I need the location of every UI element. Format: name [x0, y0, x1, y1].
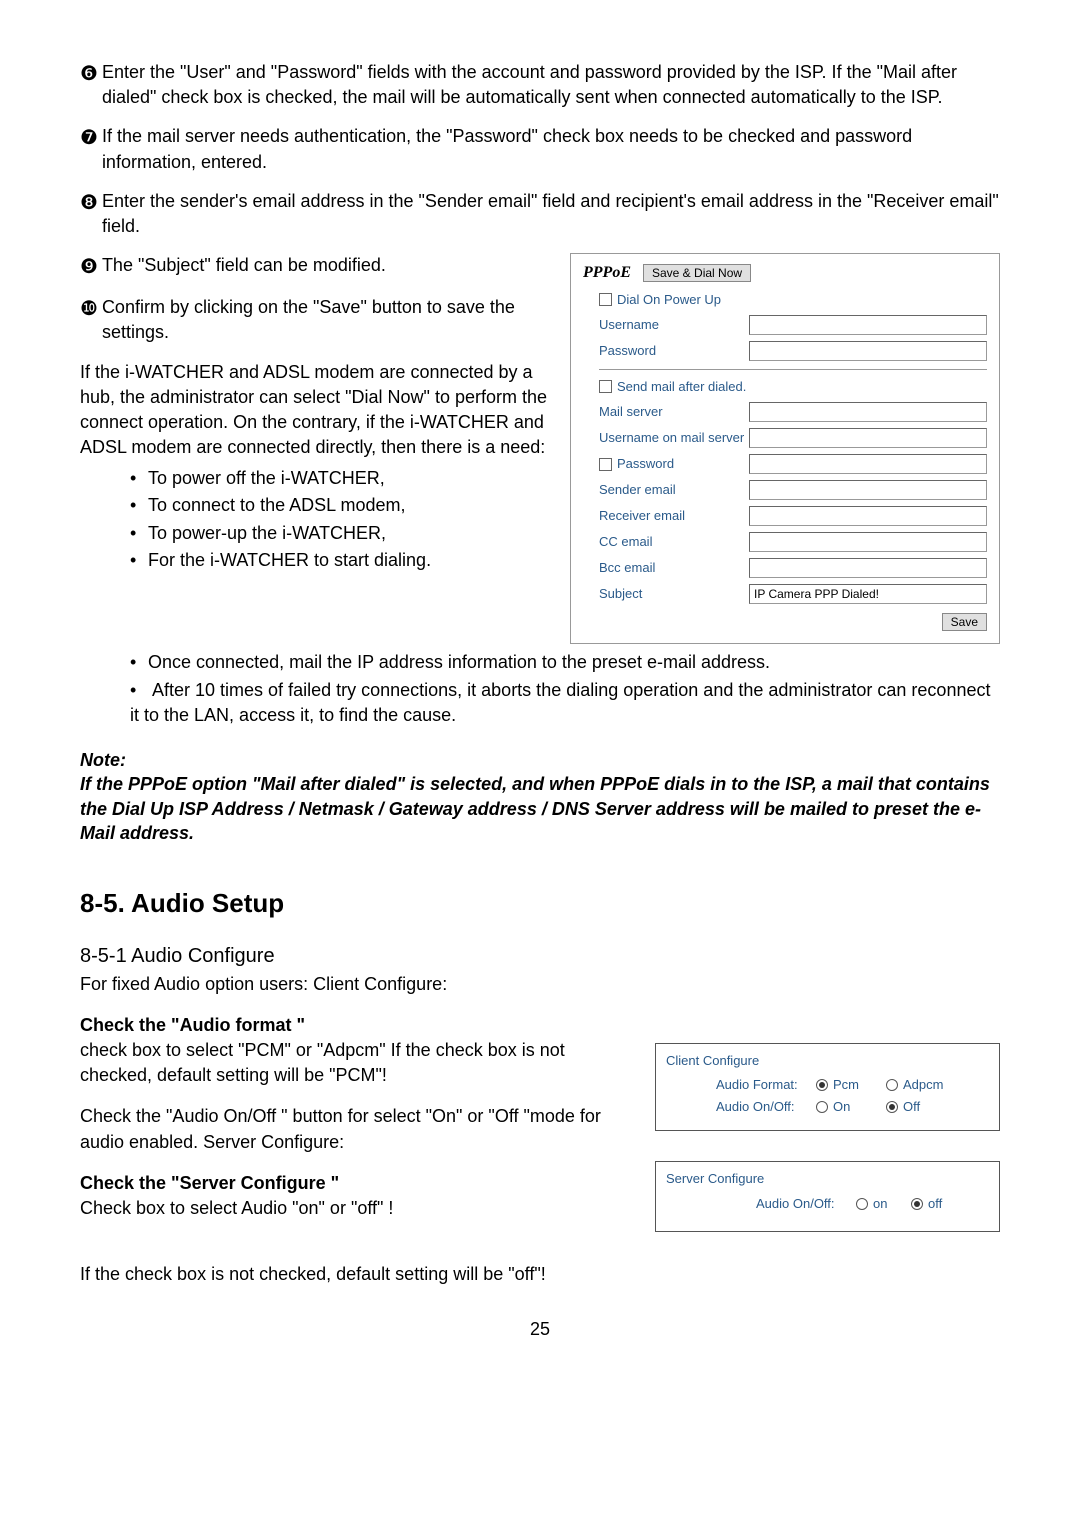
- mail-pwd-label: Password: [617, 456, 674, 471]
- bullet-10-icon: ❿: [80, 295, 98, 345]
- connection-text: If the i-WATCHER and ADSL modem are conn…: [80, 360, 550, 461]
- sub-bullet: •To connect to the ADSL modem,: [130, 493, 550, 518]
- save-dial-now-button[interactable]: Save & Dial Now: [643, 264, 751, 282]
- cc-label: CC email: [599, 533, 749, 551]
- sub-bullet: •Once connected, mail the IP address inf…: [130, 650, 1000, 675]
- audio-onoff-text: Check the "Audio On/Off " button for sel…: [80, 1104, 635, 1154]
- sender-label: Sender email: [599, 481, 749, 499]
- receiver-input[interactable]: [749, 506, 987, 526]
- pcm-radio[interactable]: [816, 1079, 828, 1091]
- pppoe-title: PPPoE: [583, 262, 631, 284]
- server-off-radio[interactable]: [911, 1198, 923, 1210]
- cc-input[interactable]: [749, 532, 987, 552]
- sub-bullet: •To power off the i-WATCHER,: [130, 466, 550, 491]
- audio-format-text: check box to select "PCM" or "Adpcm" If …: [80, 1038, 635, 1088]
- bullet-8-icon: ❽: [80, 189, 98, 239]
- page-number: 25: [80, 1317, 1000, 1342]
- note-body: If the PPPoE option "Mail after dialed" …: [80, 772, 1000, 845]
- sub-bullet: •For the i-WATCHER to start dialing.: [130, 548, 550, 573]
- audio-format-heading: Check the "Audio format ": [80, 1013, 635, 1038]
- server-on-radio[interactable]: [856, 1198, 868, 1210]
- audio-format-label: Audio Format:: [716, 1076, 816, 1094]
- sub-bullet: • After 10 times of failed try connectio…: [130, 678, 1000, 728]
- client-on-radio[interactable]: [816, 1101, 828, 1113]
- dial-on-power-checkbox[interactable]: [599, 293, 612, 306]
- client-configure-box: Client Configure Audio Format: Pcm Adpcm…: [655, 1043, 1000, 1132]
- bullet-7-icon: ❼: [80, 124, 98, 174]
- section-title: 8-5. Audio Setup: [80, 885, 1000, 921]
- password-label: Password: [599, 342, 749, 360]
- username-input[interactable]: [749, 315, 987, 335]
- server-configure-text: Check box to select Audio "on" or "off" …: [80, 1196, 635, 1221]
- audio-intro: For fixed Audio option users: Client Con…: [80, 972, 1000, 997]
- send-mail-label: Send mail after dialed.: [617, 378, 746, 396]
- bullet-9-icon: ❾: [80, 253, 98, 281]
- password-input[interactable]: [749, 341, 987, 361]
- bullet-10-text: Confirm by clicking on the "Save" button…: [102, 295, 550, 345]
- bcc-label: Bcc email: [599, 559, 749, 577]
- client-off-radio[interactable]: [886, 1101, 898, 1113]
- mail-server-label: Mail server: [599, 403, 749, 421]
- client-configure-title: Client Configure: [666, 1052, 989, 1070]
- audio-subtitle: 8-5-1 Audio Configure: [80, 942, 1000, 970]
- save-button[interactable]: Save: [942, 613, 987, 631]
- sender-input[interactable]: [749, 480, 987, 500]
- subject-label: Subject: [599, 585, 749, 603]
- dial-on-power-label: Dial On Power Up: [617, 291, 721, 309]
- server-configure-text-2: If the check box is not checked, default…: [80, 1262, 1000, 1287]
- server-configure-box: Server Configure Audio On/Off: on off: [655, 1161, 1000, 1231]
- bullet-6-text: Enter the "User" and "Password" fields w…: [102, 60, 1000, 110]
- mail-pwd-checkbox[interactable]: [599, 458, 612, 471]
- send-mail-checkbox[interactable]: [599, 380, 612, 393]
- mail-pwd-input[interactable]: [749, 454, 987, 474]
- sub-bullet: •To power-up the i-WATCHER,: [130, 521, 550, 546]
- server-onoff-label: Audio On/Off:: [756, 1195, 856, 1213]
- pppoe-panel: PPPoE Save & Dial Now Dial On Power Up U…: [570, 253, 1000, 644]
- bullet-9-text: The "Subject" field can be modified.: [102, 253, 550, 281]
- mail-user-label: Username on mail server: [599, 429, 749, 447]
- bullet-7-text: If the mail server needs authentication,…: [102, 124, 1000, 174]
- server-configure-heading: Check the "Server Configure ": [80, 1171, 635, 1196]
- bcc-input[interactable]: [749, 558, 987, 578]
- server-configure-title: Server Configure: [666, 1170, 989, 1188]
- mail-user-input[interactable]: [749, 428, 987, 448]
- note-heading: Note:: [80, 748, 1000, 772]
- adpcm-radio[interactable]: [886, 1079, 898, 1091]
- client-onoff-label: Audio On/Off:: [716, 1098, 816, 1116]
- bullet-8-text: Enter the sender's email address in the …: [102, 189, 1000, 239]
- username-label: Username: [599, 316, 749, 334]
- mail-server-input[interactable]: [749, 402, 987, 422]
- subject-input[interactable]: [749, 584, 987, 604]
- bullet-6-icon: ❻: [80, 60, 98, 110]
- receiver-label: Receiver email: [599, 507, 749, 525]
